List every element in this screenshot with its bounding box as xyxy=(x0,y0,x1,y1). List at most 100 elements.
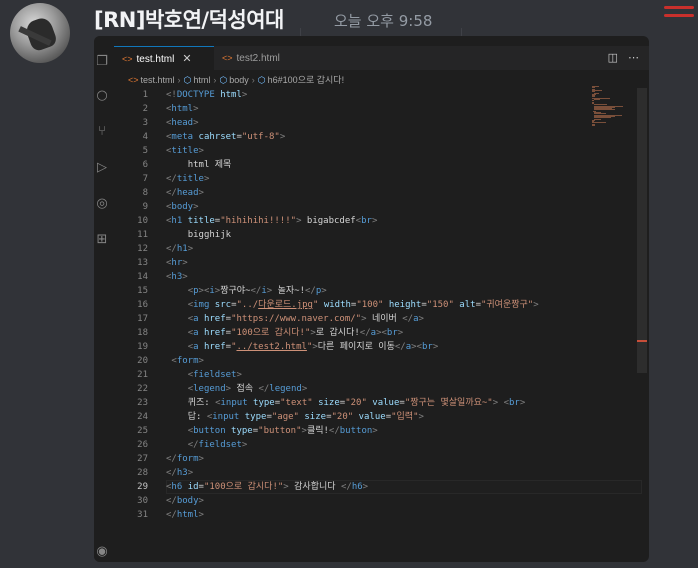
code-line[interactable]: </form> xyxy=(166,452,204,466)
code-line[interactable]: </title> xyxy=(166,172,209,186)
remote-icon[interactable]: ◎ xyxy=(94,196,110,212)
scrollbar-marker xyxy=(637,340,647,342)
code-line[interactable]: </fieldset> xyxy=(166,438,248,452)
breadcrumb-item-body[interactable]: body xyxy=(229,75,249,85)
message-username[interactable]: [RN]박호연/덕성여대 xyxy=(94,4,284,34)
breadcrumb-item-h6[interactable]: h6#100으로 갑시다! xyxy=(268,75,344,85)
code-token: href xyxy=(203,342,226,352)
code-line[interactable]: <h6 id="100으로 갑시다!"> 감사합니다 </h6> xyxy=(166,480,368,494)
code-token: DOCTYPE xyxy=(176,90,215,100)
code-line[interactable]: <a href="../test2.html">다른 페이지로 이동</a><b… xyxy=(166,340,439,354)
minimap-line xyxy=(592,125,596,126)
code-token: h1 xyxy=(171,216,183,226)
code-line[interactable]: <button type="button">클릭!</button> xyxy=(166,424,378,438)
code-token: body xyxy=(171,202,194,212)
code-line[interactable]: <hr> xyxy=(166,256,188,270)
code-token: > xyxy=(301,384,308,394)
code-line[interactable]: 답: <input type="age" size="20" value="입력… xyxy=(166,410,424,424)
code-token: </ xyxy=(258,384,270,394)
code-line[interactable]: <body> xyxy=(166,200,199,214)
line-number: 13 xyxy=(137,258,148,268)
minimap-line xyxy=(594,99,600,100)
code-token: size xyxy=(304,412,327,422)
code-line[interactable]: <html> xyxy=(166,102,199,116)
code-token: </ xyxy=(328,426,340,436)
code-line[interactable]: <!DOCTYPE html> xyxy=(166,88,247,102)
code-line[interactable]: </html> xyxy=(166,508,204,522)
code-token: value xyxy=(358,412,386,422)
code-line[interactable]: <h3> xyxy=(166,270,188,284)
code-line[interactable]: </h1> xyxy=(166,242,193,256)
line-number: 1 xyxy=(142,90,148,100)
message-actions-icon[interactable] xyxy=(658,0,698,24)
account-icon[interactable]: ◉ xyxy=(94,544,110,560)
split-editor-icon[interactable]: ◫ xyxy=(608,51,618,64)
more-actions-icon[interactable]: ⋯ xyxy=(628,51,639,64)
code-token: 다운로드.jpg xyxy=(258,300,313,310)
html-file-icon: <> xyxy=(128,75,139,85)
code-token: </ xyxy=(166,188,177,198)
html-file-icon: <> xyxy=(122,54,133,64)
code-line[interactable]: <title> xyxy=(166,144,204,158)
code-line[interactable]: html 제목 xyxy=(166,158,232,172)
close-icon[interactable]: ✕ xyxy=(182,53,191,65)
code-token: img xyxy=(193,300,210,310)
code-token: br xyxy=(386,328,398,338)
code-line[interactable]: <form> xyxy=(166,354,204,368)
code-token: bigghijk xyxy=(187,230,232,240)
code-line[interactable]: <legend> 접속 </legend> xyxy=(166,382,308,396)
code-editor[interactable]: 1 2 3 4 5 6 7 8 9 10 11 12 13 14 15 16 17 18 19 20 21 22 23 24 2… xyxy=(114,88,642,558)
breadcrumb-item-file[interactable]: test.html xyxy=(141,75,175,85)
code-token: "귀여운짱구" xyxy=(480,300,534,310)
code-line[interactable]: <meta cahrset="utf-8"> xyxy=(166,130,285,144)
code-token: </ xyxy=(340,482,352,492)
attached-screenshot[interactable]: ❐ ○ ⑂ ▷ ◎ ⊞ ◉ <> test.html ✕ <> test2.html … xyxy=(94,36,649,562)
code-line[interactable]: <img src="../다운로드.jpg" width="100" heigh… xyxy=(166,298,539,312)
code-token: form xyxy=(176,454,199,464)
code-token: href xyxy=(203,328,226,338)
code-token: > xyxy=(533,300,539,310)
code-line[interactable]: <h1 title="hihihihi!!!!"> bigabcdef<br> xyxy=(166,214,377,228)
tab-test2-html[interactable]: <> test2.html xyxy=(214,46,304,70)
minimap[interactable] xyxy=(592,86,632,126)
explorer-icon[interactable]: ❐ xyxy=(94,54,110,70)
code-token: > xyxy=(519,398,526,408)
code-line[interactable]: <p><i>짱구야~</i> 놀자~!</p> xyxy=(166,284,327,298)
code-line[interactable]: <fieldset> xyxy=(166,368,242,382)
minimap-line xyxy=(594,109,616,111)
code-token: > xyxy=(187,468,194,478)
code-token: type xyxy=(253,398,275,408)
code-line[interactable]: <head> xyxy=(166,116,199,130)
code-token: >< xyxy=(411,342,422,352)
breadcrumb-item-html[interactable]: html xyxy=(193,75,210,85)
code-line[interactable]: </head> xyxy=(166,186,204,200)
message-avatar[interactable] xyxy=(10,3,70,63)
code-token: > xyxy=(198,188,204,198)
search-icon[interactable]: ○ xyxy=(94,88,110,104)
code-token: cahrset xyxy=(198,132,237,142)
code-line[interactable]: </h3> xyxy=(166,466,193,480)
scrollbar-thumb[interactable] xyxy=(637,88,647,373)
code-token: hr xyxy=(171,258,183,268)
code-token: br xyxy=(509,398,520,408)
line-number: 9 xyxy=(142,202,148,212)
source-control-icon[interactable]: ⑂ xyxy=(94,124,110,140)
code-token: "100으로 갑시다!" xyxy=(231,328,311,338)
line-number: 2 xyxy=(142,104,148,114)
code-line[interactable]: bigghijk xyxy=(166,228,231,242)
code-line[interactable]: </body> xyxy=(166,494,204,508)
code-token: bigabcdef xyxy=(301,216,356,226)
code-token: type xyxy=(231,426,253,436)
code-token: > xyxy=(432,342,439,352)
extensions-icon[interactable]: ⊞ xyxy=(94,232,110,248)
vertical-scrollbar[interactable] xyxy=(637,88,647,558)
code-line[interactable]: <a href="https://www.naver.com/"> 네이버 </… xyxy=(166,312,424,326)
code-token: fieldset xyxy=(198,440,242,450)
line-number: 11 xyxy=(137,230,148,240)
line-number: 19 xyxy=(137,342,148,352)
code-line[interactable]: 퀴즈: <input type="text" size="20" value="… xyxy=(166,396,526,410)
code-line[interactable]: <a href="100으로 갑시다!">로 갑시다!</a><br> xyxy=(166,326,403,340)
tab-test-html[interactable]: <> test.html ✕ xyxy=(114,46,214,70)
run-debug-icon[interactable]: ▷ xyxy=(94,160,110,176)
code-token: </ xyxy=(166,496,177,506)
